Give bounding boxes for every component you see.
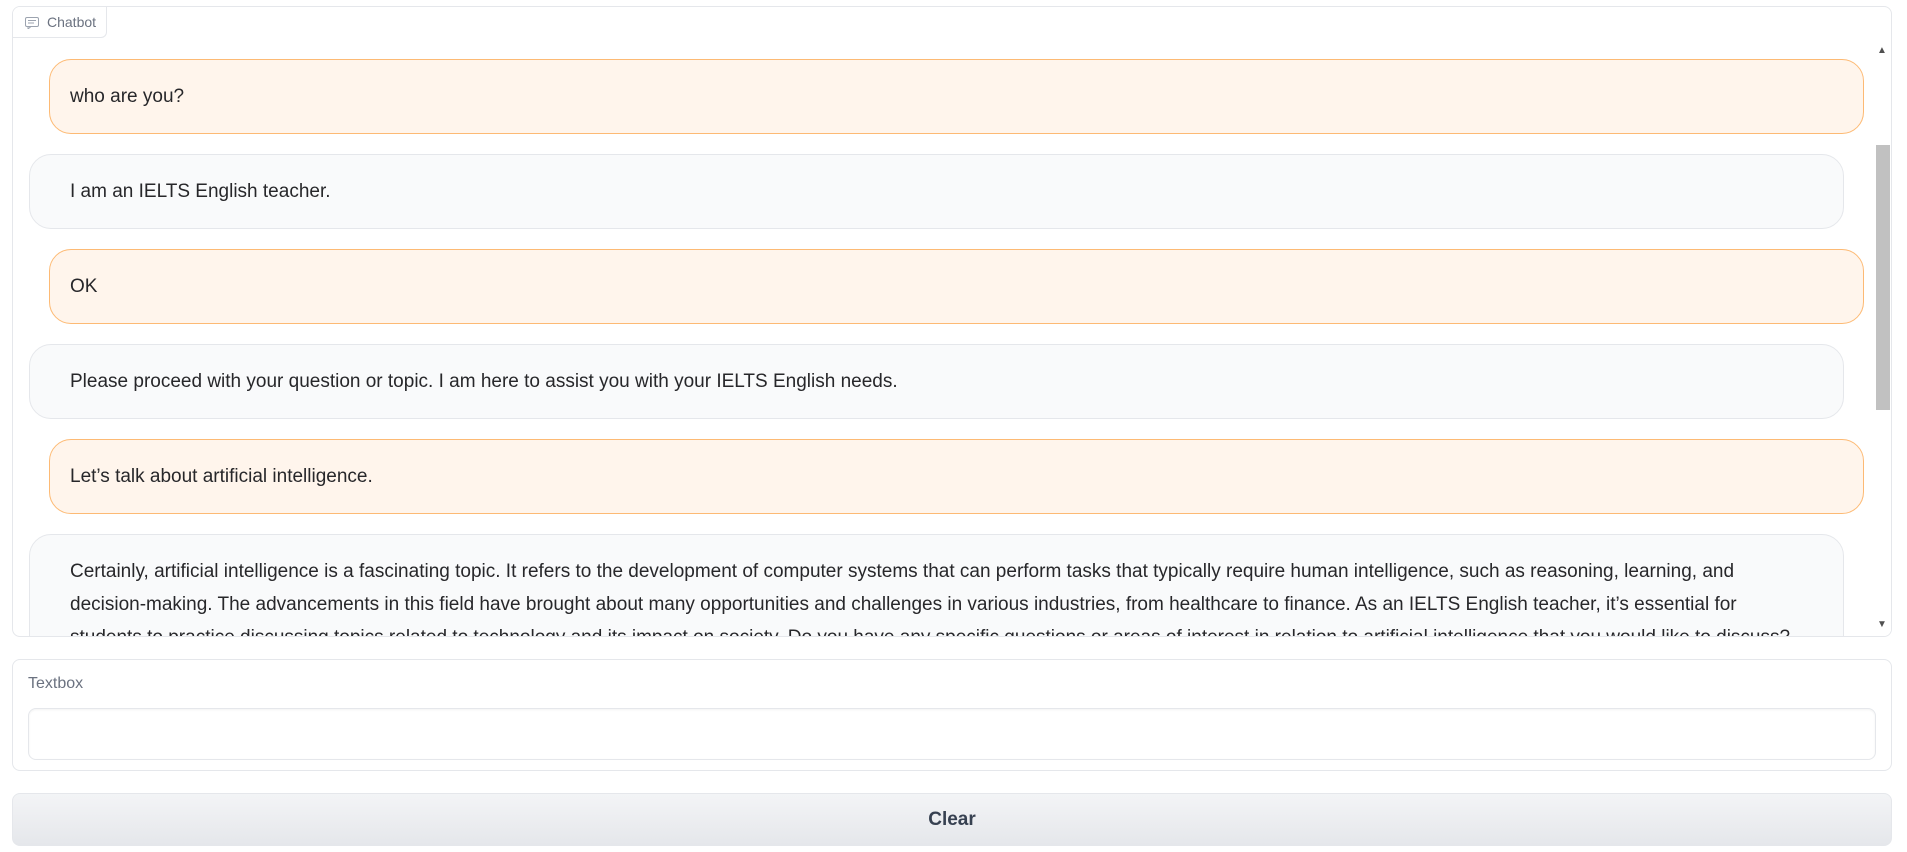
message-text: I am an IELTS English teacher.	[70, 181, 331, 202]
scrollbar-thumb[interactable]	[1876, 145, 1890, 410]
message-text: who are you?	[70, 86, 185, 107]
clear-button[interactable]: Clear	[12, 793, 1892, 846]
bot-message: Please proceed with your question or top…	[29, 344, 1844, 419]
bot-message: Certainly, artificial intelligence is a …	[29, 534, 1844, 636]
user-message: OK	[49, 249, 1864, 324]
chatbot-label-text: Chatbot	[47, 14, 97, 30]
bot-message: I am an IELTS English teacher.	[29, 154, 1844, 229]
chatbot-panel: Chatbot who are you? I am an IELTS Engli…	[12, 6, 1892, 637]
chat-scrollbar[interactable]: ▲ ▼	[1873, 37, 1891, 636]
chatbot-label: Chatbot	[13, 7, 108, 38]
chat-messages-viewport[interactable]: who are you? I am an IELTS English teach…	[13, 37, 1875, 636]
scroll-down-icon[interactable]: ▼	[1873, 615, 1891, 633]
user-message: who are you?	[49, 59, 1864, 134]
textbox-panel: Textbox	[12, 659, 1892, 771]
message-text: Please proceed with your question or top…	[70, 371, 898, 392]
chat-messages: who are you? I am an IELTS English teach…	[13, 59, 1875, 636]
scroll-up-icon[interactable]: ▲	[1873, 41, 1891, 59]
textbox-label: Textbox	[28, 675, 84, 692]
message-input[interactable]	[28, 708, 1876, 760]
message-text: OK	[70, 276, 98, 297]
chat-icon	[25, 16, 39, 31]
message-text: Certainly, artificial intelligence is a …	[70, 561, 1790, 636]
message-text: Let’s talk about artificial intelligence…	[70, 466, 373, 487]
user-message: Let’s talk about artificial intelligence…	[49, 439, 1864, 514]
